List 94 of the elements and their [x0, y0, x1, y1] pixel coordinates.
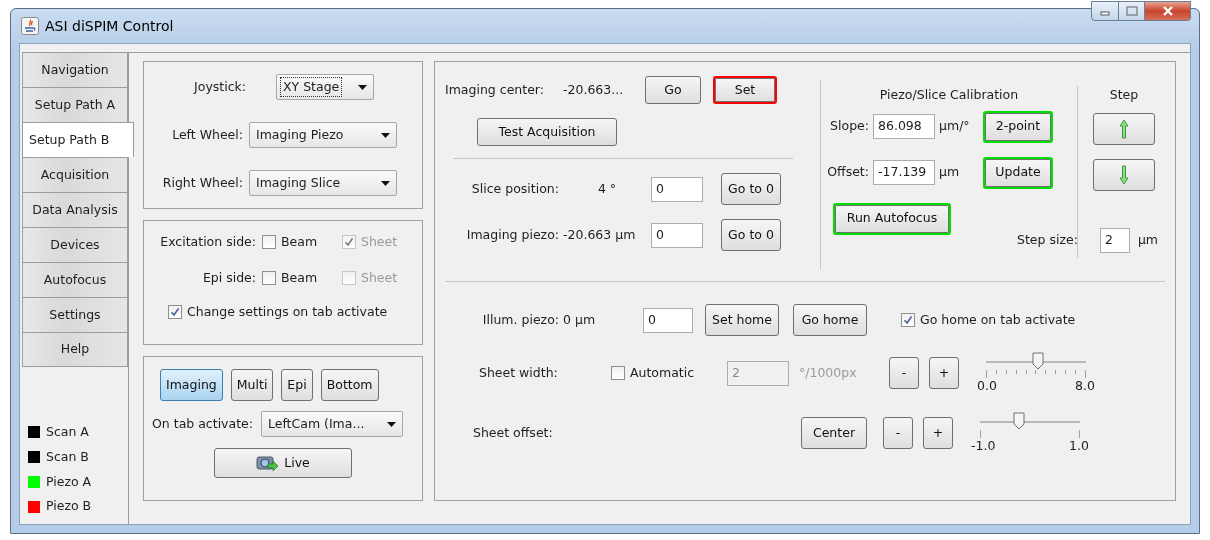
- caret-icon: [381, 132, 390, 138]
- tab[interactable]: Help: [22, 332, 128, 367]
- tab[interactable]: Setup Path A: [22, 87, 128, 122]
- legend-label: Piezo A: [46, 472, 92, 491]
- input-field[interactable]: 0: [651, 222, 703, 248]
- tick-label: 1.0: [1069, 437, 1089, 455]
- tick-label: 0.0: [977, 377, 997, 395]
- section-title: Step: [1109, 86, 1139, 104]
- go-to-zero-button[interactable]: Go to 0: [721, 173, 781, 205]
- checkbox[interactable]: Beam: [262, 268, 342, 288]
- field-label: Joystick:: [192, 77, 247, 96]
- field-label: On tab activate:: [152, 414, 253, 433]
- field-label: Imaging center:: [445, 80, 545, 99]
- caret-icon: [381, 180, 390, 186]
- field-label: Offset:: [826, 163, 870, 182]
- unit-label: µm: [938, 163, 961, 182]
- tab[interactable]: Autofocus: [22, 262, 128, 297]
- button[interactable]: 2-point: [983, 110, 1053, 143]
- mode-button[interactable]: Multi: [230, 369, 274, 401]
- field-label: Slope:: [829, 117, 870, 136]
- button[interactable]: -: [883, 417, 913, 449]
- button[interactable]: Go: [645, 76, 701, 104]
- tab[interactable]: Data Analysis: [22, 192, 128, 227]
- up-arrow-icon: [1119, 118, 1129, 139]
- tick-label: -1.0: [971, 437, 996, 455]
- close-button[interactable]: [1145, 1, 1191, 21]
- button[interactable]: Update: [983, 156, 1053, 189]
- field-label: Excitation side:: [159, 232, 257, 251]
- caret-icon: [358, 84, 367, 90]
- reading: -20.663...: [563, 80, 625, 99]
- down-arrow-icon: [1119, 164, 1129, 185]
- field-label: Left Wheel:: [171, 125, 244, 144]
- checkbox[interactable]: Beam: [262, 232, 342, 252]
- input-field[interactable]: 0: [651, 176, 703, 202]
- field-label: Epi side:: [201, 268, 257, 287]
- unit-label: °/1000px: [799, 363, 858, 382]
- mode-button[interactable]: Imaging: [160, 369, 223, 401]
- field-label: Step size:: [1017, 231, 1078, 250]
- tab[interactable]: Devices: [22, 227, 128, 262]
- test-acquisition-button[interactable]: Test Acquisition: [477, 118, 617, 146]
- java-icon: [21, 17, 39, 35]
- section-title: Piezo/Slice Calibration: [878, 86, 1020, 104]
- step-up-button[interactable]: [1093, 112, 1155, 145]
- legend-label: Scan B: [46, 447, 89, 466]
- field-label: Illum. piezo:: [481, 310, 560, 329]
- slider-thumb[interactable]: [1013, 412, 1025, 430]
- check-icon: [903, 315, 913, 325]
- maximize-icon: [1125, 6, 1138, 16]
- field-label: Sheet offset:: [472, 423, 554, 442]
- maximize-button[interactable]: [1119, 1, 1145, 21]
- reading: 4 °: [596, 179, 618, 198]
- button[interactable]: Set home: [705, 304, 779, 336]
- caret-icon: [387, 421, 396, 427]
- step-down-button[interactable]: [1093, 158, 1155, 191]
- button[interactable]: Set: [713, 76, 777, 104]
- checkbox[interactable]: Change settings on tab activate: [168, 303, 388, 322]
- run-autofocus-button[interactable]: Run Autofocus: [833, 202, 951, 235]
- tab[interactable]: Navigation: [22, 52, 128, 87]
- legend-label: Scan A: [46, 423, 89, 441]
- check-icon: [170, 307, 180, 318]
- field-label: Right Wheel:: [161, 173, 244, 192]
- dropdown[interactable]: XY Stage: [276, 74, 374, 100]
- checkbox[interactable]: Go home on tab activate: [901, 310, 1076, 330]
- reading: -20.663 µm: [563, 225, 637, 244]
- input-field[interactable]: -17.139: [873, 160, 935, 186]
- center-button[interactable]: Center: [801, 417, 867, 449]
- unit-label: µm/°: [938, 117, 971, 136]
- mode-button[interactable]: Epi: [281, 369, 313, 401]
- dropdown[interactable]: Imaging Piezo: [249, 122, 397, 148]
- reading: 0 µm: [563, 310, 597, 329]
- tick-label: 8.0: [1075, 377, 1095, 395]
- tab[interactable]: Settings: [22, 297, 128, 332]
- tab[interactable]: Setup Path B: [22, 122, 134, 157]
- window-title: ASI diSPIM Control: [45, 16, 174, 36]
- legend-label: Piezo B: [46, 497, 92, 516]
- camera-icon: [256, 454, 279, 472]
- button[interactable]: +: [923, 417, 953, 449]
- close-icon: [1161, 5, 1174, 17]
- live-button[interactable]: Live: [214, 448, 352, 478]
- unit-label: µm: [1137, 231, 1159, 250]
- dropdown[interactable]: Imaging Slice: [249, 170, 397, 196]
- button[interactable]: Go home: [793, 304, 867, 336]
- input-field[interactable]: 0: [643, 307, 693, 333]
- minimize-button[interactable]: [1091, 1, 1119, 21]
- dropdown[interactable]: LeftCam (Ima...: [261, 411, 403, 437]
- go-to-zero-button[interactable]: Go to 0: [721, 219, 781, 251]
- field-label: Imaging piezo:: [465, 225, 560, 244]
- check-icon: [344, 237, 354, 247]
- field-label: Slice position:: [470, 179, 560, 198]
- field-label: Sheet width:: [478, 363, 559, 382]
- mode-button[interactable]: Bottom: [320, 369, 379, 401]
- tab[interactable]: Acquisition: [22, 157, 128, 192]
- input-field[interactable]: 2: [1099, 228, 1130, 253]
- input-field[interactable]: 86.098: [873, 114, 935, 140]
